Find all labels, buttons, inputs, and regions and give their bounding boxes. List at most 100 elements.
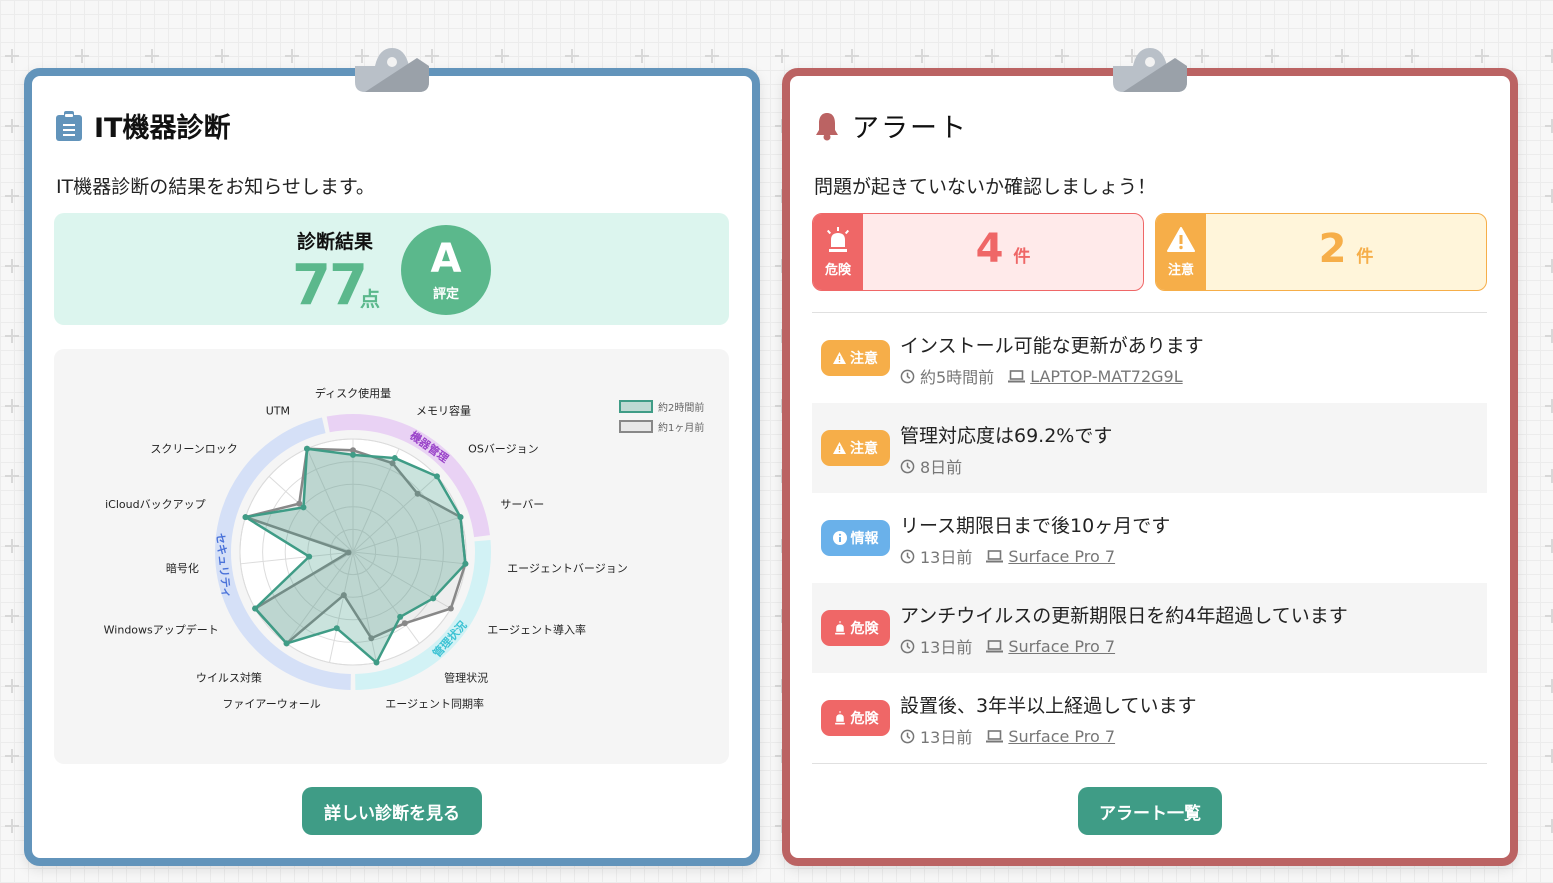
score-unit: 点 (360, 287, 380, 311)
legend-swatch (619, 420, 653, 433)
device-link[interactable]: LAPTOP-MAT72G9L (1030, 367, 1182, 386)
grade-badge: A 評定 (401, 225, 491, 315)
device-link[interactable]: Surface Pro 7 (1008, 727, 1115, 746)
alert-time: 13日前 (920, 548, 973, 567)
data-point (252, 605, 259, 612)
grid-plus-mark (5, 329, 19, 343)
alert-meta: 13日前 Surface Pro 7 (900, 634, 1115, 658)
info-icon (832, 531, 847, 545)
clock-icon (900, 459, 915, 473)
grid-plus-mark (1545, 49, 1553, 63)
alert-title-text: アラート (852, 113, 968, 144)
device-link[interactable]: Surface Pro 7 (1008, 547, 1115, 566)
diagnosis-title-text: IT機器診断 (94, 113, 231, 144)
alert-item[interactable]: 危険 アンチウイルスの更新期限日を約4年超過しています 13日前 Surface… (812, 583, 1487, 673)
score-label: 診断結果 (297, 231, 374, 253)
grid-plus-mark (145, 49, 159, 63)
device-link[interactable]: Surface Pro 7 (1008, 637, 1115, 656)
data-point (333, 625, 340, 632)
grid-plus-mark (1545, 749, 1553, 763)
alert-card: アラート 問題が起きていないか確認しましょう！ 危険 4 件 注意 2 件 注意… (782, 48, 1518, 866)
warning-badge: 注意 (821, 430, 890, 466)
data-point (300, 504, 307, 511)
alert-time: 8日前 (920, 458, 963, 477)
grid-plus-mark (985, 49, 999, 63)
alert-message: アンチウイルスの更新期限日を約4年超過しています (900, 605, 1348, 627)
grid-plus-mark (1475, 49, 1489, 63)
alert-list-button[interactable]: アラート一覧 (1078, 787, 1222, 835)
grid-plus-mark (1545, 469, 1553, 483)
grid-plus-mark (1055, 49, 1069, 63)
data-point (401, 620, 408, 627)
grid-plus-mark (5, 749, 19, 763)
laptop-icon (986, 729, 1004, 742)
grade-label: 評定 (432, 287, 459, 302)
grid-plus-mark (845, 49, 859, 63)
grid-plus-mark (5, 49, 19, 63)
axis-label: ディスク使用量 (315, 386, 391, 400)
alert-item[interactable]: 情報 リース期限日まで後10ヶ月です 13日前 Surface Pro 7 (812, 493, 1487, 583)
axis-label: ウイルス対策 (196, 670, 262, 684)
clipboard-icon (56, 110, 82, 141)
info-badge: 情報 (821, 520, 890, 556)
grid-plus-mark (5, 189, 19, 203)
clipboard-clip-icon (355, 48, 429, 92)
grid-plus-mark (1405, 49, 1419, 63)
alert-item[interactable]: 注意 インストール可能な更新があります 約5時間前 LAPTOP-MAT72G9… (812, 313, 1487, 403)
danger-count-unit: 件 (1013, 247, 1031, 267)
grid-plus-mark (215, 49, 229, 63)
clock-icon (900, 369, 915, 383)
axis-label: 暗号化 (166, 561, 199, 575)
axis-label: 管理状況 (444, 670, 488, 684)
alert-meta: 8日前 (900, 454, 976, 478)
alert-time: 13日前 (920, 638, 973, 657)
grid-plus-mark (1545, 259, 1553, 273)
axis-label: UTM (266, 404, 290, 417)
warning-triangle-icon (1167, 226, 1195, 252)
data-point (462, 560, 469, 567)
danger-badge: 危険 (821, 700, 890, 736)
siren-icon (834, 711, 845, 725)
grid-plus-mark (565, 49, 579, 63)
clock-icon (900, 639, 915, 653)
badge-label: 危険 (850, 621, 879, 637)
badge-label: 情報 (850, 531, 879, 547)
data-point (433, 473, 440, 480)
axis-label: エージェント同期率 (385, 697, 484, 711)
laptop-icon (1008, 369, 1026, 382)
axis-label: iCloudバックアップ (105, 498, 205, 511)
grid-plus-mark (75, 49, 89, 63)
warning-summary[interactable]: 注意 2 件 (1155, 213, 1487, 291)
alert-description: 問題が起きていないか確認しましょう！ (814, 176, 1157, 198)
badge-label: 注意 (850, 441, 878, 457)
danger-summary[interactable]: 危険 4 件 (812, 213, 1144, 291)
grid-plus-mark (5, 609, 19, 623)
axis-label: Windowsアップデート (104, 623, 219, 637)
danger-summary-side: 危険 (813, 214, 863, 290)
grid-plus-mark (915, 49, 929, 63)
grid-plus-mark (705, 49, 719, 63)
axis-label: サーバー (500, 498, 544, 511)
alert-list: 注意 インストール可能な更新があります 約5時間前 LAPTOP-MAT72G9… (812, 313, 1487, 763)
alert-message: 設置後、3年半以上経過しています (900, 695, 1197, 717)
data-point (350, 451, 356, 458)
data-point (242, 514, 249, 521)
alert-item[interactable]: 危険 設置後、3年半以上経過しています 13日前 Surface Pro 7 (812, 673, 1487, 763)
warning-summary-side: 注意 (1156, 214, 1206, 290)
view-detailed-diagnosis-button[interactable]: 詳しい診断を見る (302, 787, 482, 835)
grid-plus-mark (5, 539, 19, 553)
alert-item[interactable]: 注意 管理対応度は69.2%です 8日前 (812, 403, 1487, 493)
laptop-icon (986, 549, 1004, 562)
axis-label: エージェント導入率 (487, 623, 586, 637)
score-box: 診断結果 77 点 A 評定 (54, 213, 729, 325)
alert-time: 約5時間前 (920, 368, 995, 387)
divider (812, 763, 1487, 764)
grid-plus-mark (1545, 539, 1553, 553)
siren-icon (834, 621, 845, 635)
grid-plus-mark (1545, 329, 1553, 343)
legend-swatch (619, 400, 653, 413)
grid-plus-mark (1545, 819, 1553, 833)
alert-meta: 13日前 Surface Pro 7 (900, 544, 1115, 568)
bell-icon (816, 112, 838, 140)
data-point (283, 640, 290, 647)
